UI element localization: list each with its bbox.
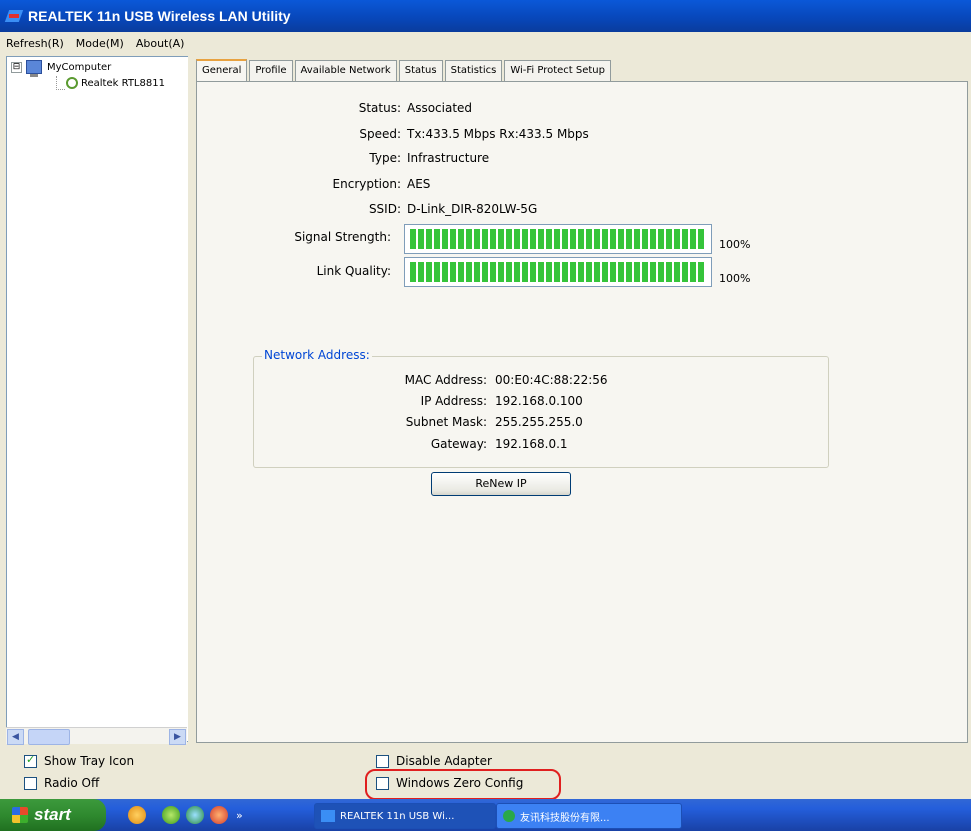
realtek-app-icon: [321, 810, 335, 822]
menu-bar: Refresh(R) Mode(M) About(A): [0, 32, 971, 54]
signal-strength-bar: [404, 224, 712, 254]
scroll-thumb[interactable]: [28, 729, 70, 745]
adapter-tree[interactable]: ⊟ MyComputer Realtek RTL8811: [6, 56, 189, 742]
wireless-adapter-icon: [63, 77, 78, 89]
type-value: Infrastructure: [407, 151, 490, 165]
status-label: Status:: [358, 101, 401, 115]
tab-strip: General Profile Available Network Status…: [196, 59, 613, 83]
show-tray-icon-checkbox[interactable]: [24, 753, 37, 768]
speed-value: Tx:433.5 Mbps Rx:433.5 Mbps: [407, 127, 589, 141]
renew-ip-button[interactable]: ReNew IP: [431, 472, 571, 496]
subnet-mask-value: 255.255.255.0: [495, 415, 583, 429]
tab-wps[interactable]: Wi-Fi Protect Setup: [504, 60, 611, 81]
quicklaunch-overflow-icon[interactable]: »: [236, 809, 243, 822]
subnet-mask-label: Subnet Mask:: [405, 415, 487, 429]
type-label: Type:: [369, 151, 401, 165]
taskbar-button-browser-label: 友讯科技股份有限...: [520, 812, 610, 824]
radio-off-label: Radio Off: [44, 776, 100, 790]
mac-address-label: MAC Address:: [404, 373, 487, 387]
quicklaunch-app-icon[interactable]: [128, 806, 146, 824]
scroll-right-icon[interactable]: ▶: [169, 729, 186, 745]
status-value: Associated: [407, 101, 473, 115]
windows-flag-icon: [12, 807, 28, 823]
network-address-legend: Network Address:: [262, 348, 372, 362]
quicklaunch-media-icon[interactable]: [210, 806, 228, 824]
ip-address-value: 192.168.0.100: [495, 394, 583, 408]
panel-splitter[interactable]: [188, 56, 191, 744]
start-label: start: [34, 805, 71, 824]
taskbar-button-realtek-label: REALTEK 11n USB Wi...: [340, 810, 455, 822]
tab-statistics[interactable]: Statistics: [444, 60, 503, 81]
encryption-label: Encryption:: [332, 177, 401, 191]
radio-off-checkbox[interactable]: [24, 776, 37, 790]
scroll-left-icon[interactable]: ◀: [7, 729, 24, 745]
tab-area: General Profile Available Network Status…: [192, 56, 971, 744]
taskbar-button-browser[interactable]: 友讯科技股份有限...: [496, 803, 682, 829]
ip-address-label: IP Address:: [420, 394, 487, 408]
gateway-value: 192.168.0.1: [495, 437, 568, 451]
link-quality-percent: 100%: [719, 272, 751, 285]
browser-app-icon: [503, 810, 515, 822]
app-icon: [6, 8, 22, 24]
encryption-value: AES: [407, 177, 431, 191]
disable-adapter-label: Disable Adapter: [396, 754, 492, 768]
menu-mode[interactable]: Mode(M): [70, 37, 130, 50]
ssid-value: D-Link_DIR-820LW-5G: [407, 202, 538, 216]
menu-about[interactable]: About(A): [130, 37, 191, 50]
tab-profile[interactable]: Profile: [249, 60, 293, 81]
signal-strength-fill: [410, 229, 706, 249]
tree-item-mycomputer[interactable]: MyComputer: [47, 62, 111, 73]
disable-adapter-checkbox[interactable]: [376, 754, 389, 768]
link-quality-bar: [404, 257, 712, 287]
menu-refresh[interactable]: Refresh(R): [0, 37, 70, 50]
network-address-group: Network Address: MAC Address: 00:E0:4C:8…: [253, 348, 829, 468]
quicklaunch-messenger-icon[interactable]: [186, 806, 204, 824]
title-bar[interactable]: REALTEK 11n USB Wireless LAN Utility: [0, 0, 971, 32]
windows-zero-config-highlight: [365, 769, 561, 800]
speed-label: Speed:: [359, 127, 401, 141]
taskbar-button-realtek[interactable]: REALTEK 11n USB Wi...: [314, 803, 496, 829]
show-tray-icon-label: Show Tray Icon: [44, 754, 135, 768]
window-title: REALTEK 11n USB Wireless LAN Utility: [28, 8, 291, 24]
disable-adapter-option[interactable]: Disable Adapter: [376, 754, 492, 768]
gateway-label: Gateway:: [430, 437, 487, 451]
quicklaunch-browser-icon[interactable]: [162, 806, 180, 824]
link-quality-fill: [410, 262, 706, 282]
tree-item-adapter[interactable]: Realtek RTL8811: [81, 78, 165, 89]
ssid-label: SSID:: [368, 202, 401, 216]
link-quality-label: Link Quality:: [316, 264, 391, 278]
signal-strength-label: Signal Strength:: [294, 230, 391, 244]
radio-off-option[interactable]: Radio Off: [24, 776, 99, 790]
general-page: Status: Associated Speed: Tx:433.5 Mbps …: [196, 81, 968, 743]
show-tray-icon-option[interactable]: Show Tray Icon: [24, 753, 135, 768]
collapse-icon[interactable]: ⊟: [11, 61, 22, 73]
tab-general[interactable]: General: [196, 59, 248, 83]
tab-available-network[interactable]: Available Network: [294, 60, 397, 81]
computer-icon: [26, 60, 42, 77]
start-button[interactable]: start: [0, 799, 106, 831]
signal-strength-percent: 100%: [719, 238, 751, 251]
tree-horizontal-scrollbar[interactable]: ◀ ▶: [6, 727, 187, 745]
tab-status[interactable]: Status: [398, 60, 443, 81]
mac-address-value: 00:E0:4C:88:22:56: [495, 373, 608, 387]
